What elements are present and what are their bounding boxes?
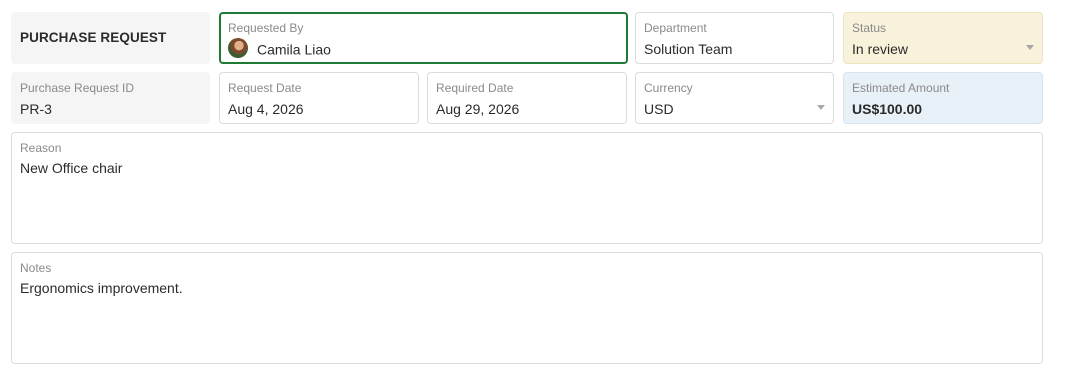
requested-by-value: Camila Liao bbox=[257, 41, 331, 58]
required-date-value: Aug 29, 2026 bbox=[436, 101, 520, 117]
estimated-amount-label: Estimated Amount bbox=[852, 81, 950, 95]
requested-by-label: Requested By bbox=[228, 21, 304, 35]
chevron-down-icon bbox=[1026, 45, 1034, 50]
currency-value: USD bbox=[644, 101, 674, 117]
notes-label: Notes bbox=[20, 261, 52, 275]
status-label: Status bbox=[852, 21, 887, 35]
currency-select[interactable]: Currency USD bbox=[635, 72, 834, 124]
reason-textarea[interactable]: Reason New Office chair bbox=[11, 132, 1043, 244]
notes-textarea[interactable]: Notes Ergonomics improvement. bbox=[11, 252, 1043, 364]
requested-by-value-row: Camila Liao bbox=[228, 38, 619, 59]
requested-by-field[interactable]: Requested By Camila Liao bbox=[219, 12, 628, 64]
department-label: Department bbox=[644, 21, 707, 35]
estimated-amount-field: Estimated Amount US$100.00 bbox=[843, 72, 1043, 124]
chevron-down-icon bbox=[817, 105, 825, 110]
department-value: Solution Team bbox=[644, 41, 733, 57]
status-select[interactable]: Status In review bbox=[843, 12, 1043, 64]
department-field[interactable]: Department Solution Team bbox=[635, 12, 834, 64]
notes-value: Ergonomics improvement. bbox=[20, 280, 183, 296]
estimated-amount-value: US$100.00 bbox=[852, 101, 923, 117]
page-title: PURCHASE REQUEST bbox=[20, 30, 167, 45]
purchase-request-id-value: PR-3 bbox=[20, 101, 52, 117]
request-date-label: Request Date bbox=[228, 81, 302, 95]
reason-label: Reason bbox=[20, 141, 62, 155]
status-value: In review bbox=[852, 41, 909, 57]
required-date-field[interactable]: Required Date Aug 29, 2026 bbox=[427, 72, 627, 124]
required-date-label: Required Date bbox=[436, 81, 514, 95]
request-date-value: Aug 4, 2026 bbox=[228, 101, 304, 117]
currency-label: Currency bbox=[644, 81, 693, 95]
purchase-request-id-label: Purchase Request ID bbox=[20, 81, 135, 95]
user-avatar bbox=[228, 38, 248, 59]
request-date-field[interactable]: Request Date Aug 4, 2026 bbox=[219, 72, 419, 124]
purchase-request-id-field: Purchase Request ID PR-3 bbox=[11, 72, 210, 124]
reason-value: New Office chair bbox=[20, 160, 123, 176]
